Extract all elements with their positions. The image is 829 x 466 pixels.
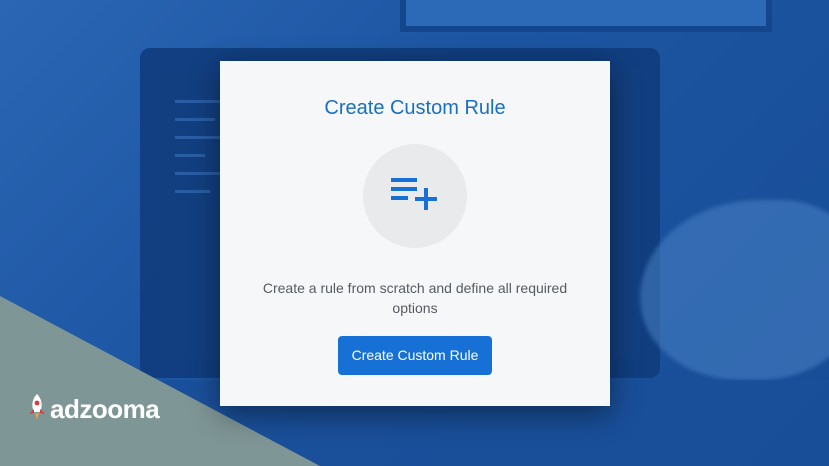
background-code-line xyxy=(175,154,205,157)
icon-circle xyxy=(363,144,467,248)
background-hand xyxy=(640,200,829,380)
background-monitor-top xyxy=(400,0,772,32)
background-code-line xyxy=(175,190,210,193)
adzooma-logo: adzooma xyxy=(26,392,160,427)
card-description: Create a rule from scratch and define al… xyxy=(262,280,568,316)
logo-text: adzooma xyxy=(50,394,160,424)
background-code-line xyxy=(175,172,220,175)
create-custom-rule-card: Create Custom Rule Create a rule from sc… xyxy=(220,61,610,406)
playlist-add-icon xyxy=(390,176,440,217)
background-code-line xyxy=(175,136,225,139)
create-custom-rule-button[interactable]: Create Custom Rule xyxy=(337,336,493,375)
card-title: Create Custom Rule xyxy=(324,97,506,119)
rocket-icon xyxy=(26,392,48,427)
background-code-line xyxy=(175,118,215,121)
